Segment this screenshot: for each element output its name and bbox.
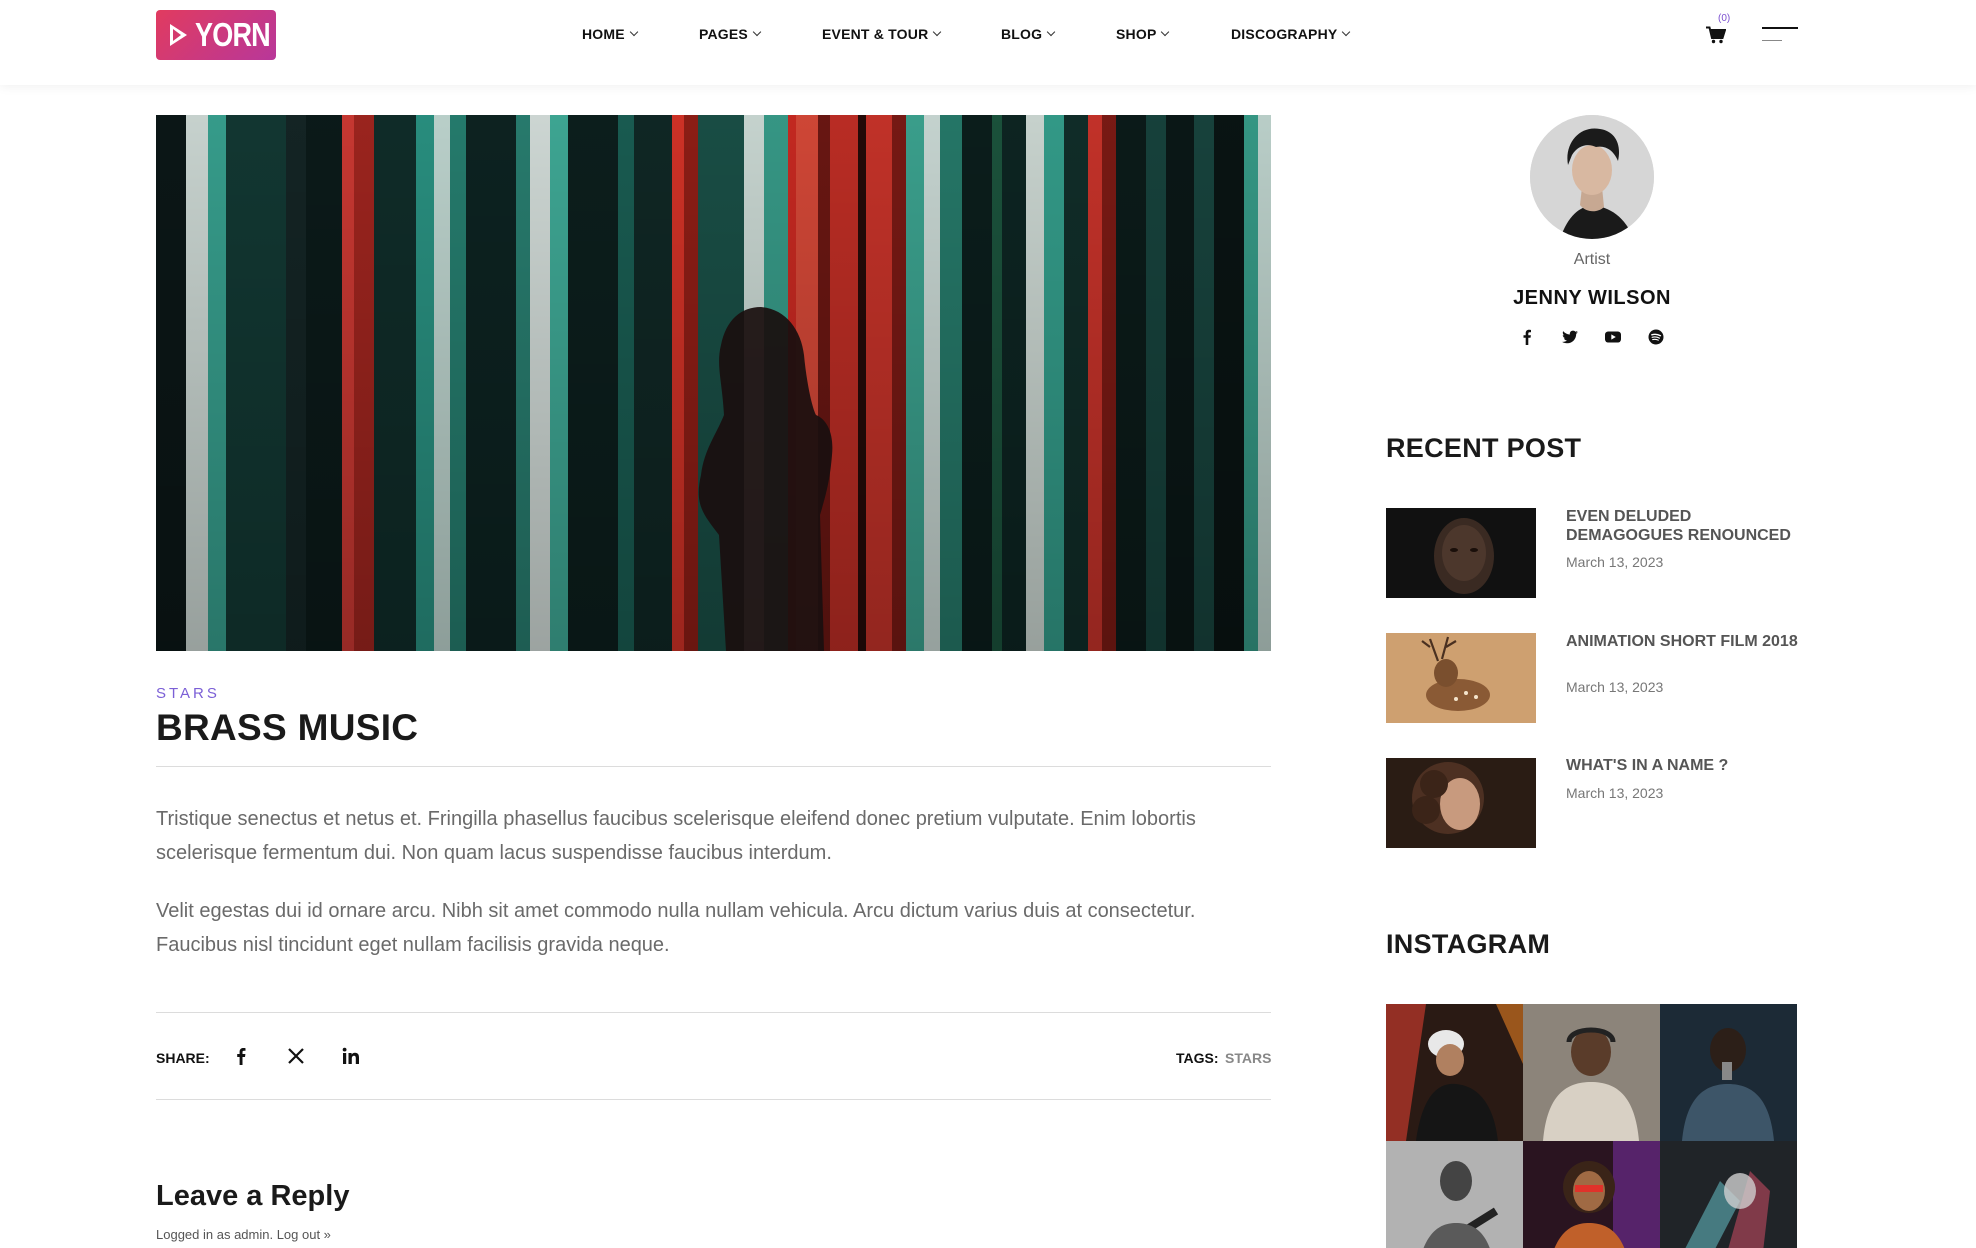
chevron-down-icon bbox=[1342, 27, 1351, 37]
nav-item-blog[interactable]: BLOG bbox=[1001, 26, 1056, 42]
linkedin-icon[interactable] bbox=[340, 1045, 362, 1067]
share-label: SHARE: bbox=[156, 1050, 210, 1066]
chevron-down-icon bbox=[1047, 27, 1056, 37]
post-link-title[interactable]: EVEN DELUDED DEMAGOGUES RENOUNCED bbox=[1566, 507, 1806, 545]
nav-label: SHOP bbox=[1116, 26, 1157, 42]
post-category[interactable]: STARS bbox=[156, 685, 220, 702]
share-divider-top bbox=[156, 1012, 1271, 1013]
facebook-icon[interactable] bbox=[230, 1045, 252, 1067]
post-thumbnail[interactable] bbox=[1386, 633, 1536, 723]
chevron-down-icon bbox=[933, 27, 942, 37]
instagram-photo[interactable] bbox=[1523, 1141, 1660, 1248]
curly-hair-photo bbox=[1386, 758, 1536, 848]
nav-label: EVENT & TOUR bbox=[822, 26, 929, 42]
site-header: YORN HOME PAGES EVENT & TOUR BLOG SHOP D… bbox=[0, 0, 1976, 85]
facebook-icon[interactable] bbox=[1517, 327, 1537, 347]
artist-portrait bbox=[1530, 115, 1654, 239]
artist-avatar bbox=[1530, 115, 1654, 239]
logged-in-text[interactable]: Logged in as admin. Log out » bbox=[156, 1227, 331, 1242]
post-date: March 13, 2023 bbox=[1566, 679, 1664, 695]
youtube-icon[interactable] bbox=[1603, 327, 1623, 347]
chevron-down-icon bbox=[629, 27, 639, 37]
tags-label: TAGS: bbox=[1176, 1050, 1219, 1066]
instagram-photo[interactable] bbox=[1660, 1141, 1797, 1248]
nav-label: PAGES bbox=[699, 26, 748, 42]
twitter-icon[interactable] bbox=[1560, 327, 1580, 347]
post-title: BRASS MUSIC bbox=[156, 707, 419, 748]
artist-name: JENNY WILSON bbox=[1513, 287, 1671, 309]
title-divider bbox=[156, 766, 1271, 767]
post-thumbnail[interactable] bbox=[1386, 508, 1536, 598]
post-paragraph: Tristique senectus et netus et. Fringill… bbox=[156, 808, 1196, 864]
nav-item-discography[interactable]: DISCOGRAPHY bbox=[1231, 26, 1351, 42]
instagram-image bbox=[1660, 1004, 1797, 1141]
cart-count-badge: (0) bbox=[1718, 13, 1731, 24]
post-link-title[interactable]: ANIMATION SHORT FILM 2018 bbox=[1566, 632, 1806, 651]
hamburger-line bbox=[1762, 40, 1782, 41]
reply-heading: Leave a Reply bbox=[156, 1180, 350, 1212]
x-twitter-icon[interactable] bbox=[285, 1045, 307, 1067]
deer-photo bbox=[1386, 633, 1536, 723]
instagram-image bbox=[1386, 1004, 1523, 1141]
post-link-title[interactable]: WHAT'S IN A NAME ? bbox=[1566, 756, 1806, 775]
instagram-image bbox=[1523, 1004, 1660, 1141]
instagram-photo[interactable] bbox=[1386, 1004, 1523, 1141]
chevron-down-icon bbox=[1161, 27, 1170, 37]
instagram-photo[interactable] bbox=[1523, 1004, 1660, 1141]
instagram-image bbox=[1386, 1141, 1523, 1248]
spotify-icon[interactable] bbox=[1646, 327, 1666, 347]
main-nav: HOME PAGES EVENT & TOUR BLOG SHOP DISCOG… bbox=[0, 26, 1976, 44]
hero-image bbox=[156, 115, 1271, 651]
nav-item-event-tour[interactable]: EVENT & TOUR bbox=[822, 26, 942, 42]
chevron-down-icon bbox=[752, 27, 762, 37]
instagram-image bbox=[1660, 1141, 1797, 1248]
nav-item-shop[interactable]: SHOP bbox=[1116, 26, 1170, 42]
post-date: March 13, 2023 bbox=[1566, 785, 1664, 801]
portrait-photo bbox=[1386, 508, 1536, 598]
share-divider-bottom bbox=[156, 1099, 1271, 1100]
hamburger-line bbox=[1762, 27, 1798, 29]
nav-label: DISCOGRAPHY bbox=[1231, 26, 1338, 42]
cart-icon[interactable] bbox=[1706, 26, 1726, 44]
instagram-photo[interactable] bbox=[1386, 1141, 1523, 1248]
nav-label: HOME bbox=[582, 26, 625, 42]
post-thumbnail[interactable] bbox=[1386, 758, 1536, 848]
artist-role: Artist bbox=[1573, 251, 1611, 268]
instagram-image bbox=[1523, 1141, 1660, 1248]
instagram-heading: INSTAGRAM bbox=[1386, 929, 1551, 959]
post-date: March 13, 2023 bbox=[1566, 554, 1664, 570]
nav-label: BLOG bbox=[1001, 26, 1043, 42]
menu-toggle-button[interactable] bbox=[1760, 26, 1798, 44]
instagram-photo[interactable] bbox=[1660, 1004, 1797, 1141]
recent-post-heading: RECENT POST bbox=[1386, 433, 1582, 463]
nav-item-home[interactable]: HOME bbox=[582, 26, 639, 42]
tag-link[interactable]: STARS bbox=[1225, 1050, 1271, 1066]
neon-stripes-photo bbox=[156, 115, 1271, 651]
post-paragraph: Velit egestas dui id ornare arcu. Nibh s… bbox=[156, 900, 1196, 956]
nav-item-pages[interactable]: PAGES bbox=[699, 26, 762, 42]
